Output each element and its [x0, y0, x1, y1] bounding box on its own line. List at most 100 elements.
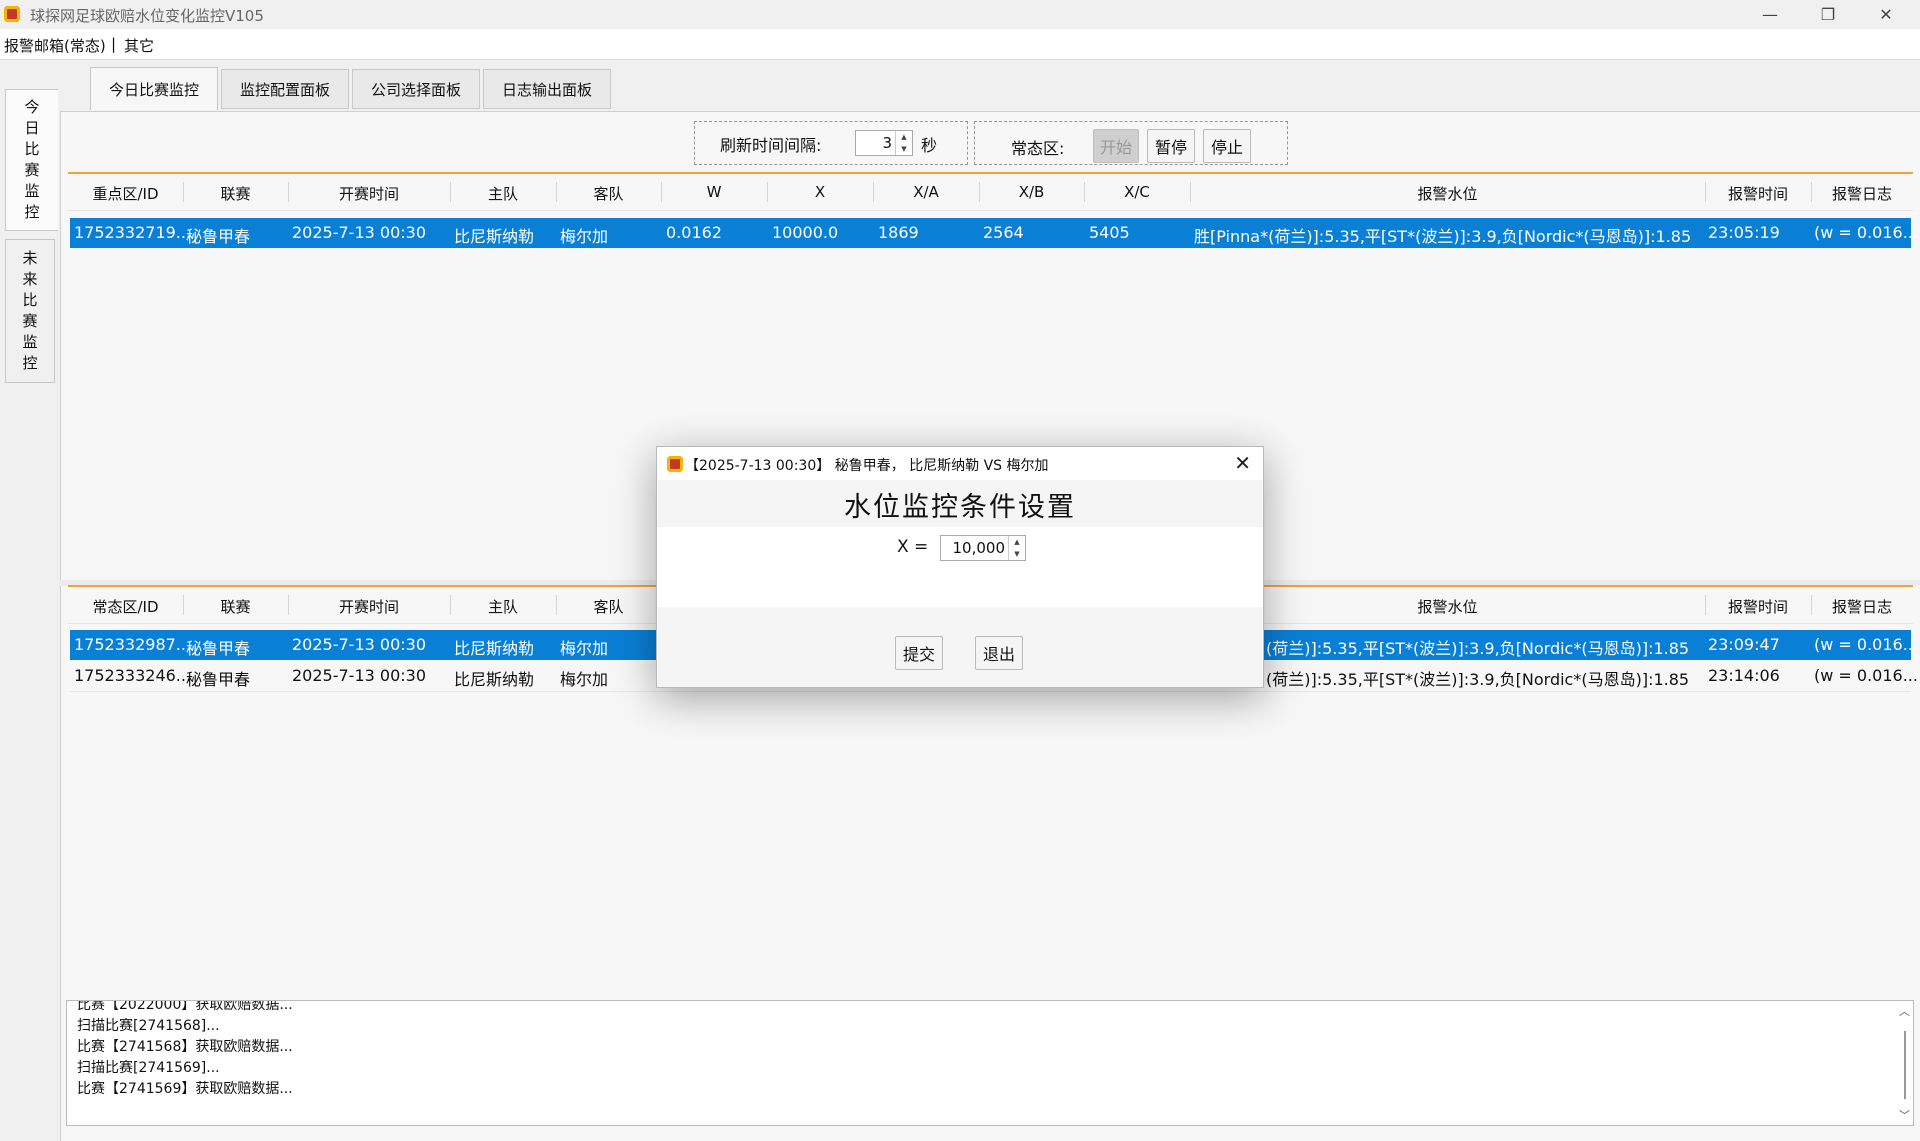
- interval-stepper[interactable]: 3 ▲ ▼: [855, 130, 913, 156]
- col-away[interactable]: 客队: [556, 596, 661, 617]
- cell-x: 10000.0: [772, 223, 839, 242]
- menu-alarm-email[interactable]: 报警邮箱(常态): [4, 35, 106, 56]
- restore-button[interactable]: ❐: [1800, 0, 1856, 29]
- cell-time: 2025-7-13 00:30: [292, 223, 426, 242]
- col-x[interactable]: X: [767, 183, 873, 201]
- stop-button[interactable]: 停止: [1203, 129, 1251, 163]
- condition-dialog: 【2025-7-13 00:30】 秘鲁甲春， 比尼斯纳勒 VS 梅尔加 ✕ 水…: [656, 446, 1264, 688]
- log-line: 比赛【2741569】获取欧赔数据...: [77, 1081, 293, 1097]
- col-alarm-odds[interactable]: 报警水位: [1190, 596, 1705, 617]
- tab-log-output[interactable]: 日志输出面板: [483, 69, 611, 109]
- cell-id: 1752332719...: [74, 223, 192, 242]
- col-home[interactable]: 主队: [450, 183, 556, 204]
- mode-label: 常态区:: [1011, 139, 1065, 158]
- cell-alarm-time: 23:09:47: [1708, 635, 1780, 654]
- exit-button[interactable]: 退出: [975, 636, 1023, 670]
- side-tab-future[interactable]: 未 来 比 赛 监 控: [5, 239, 55, 383]
- tab-today-monitor[interactable]: 今日比赛监控: [90, 67, 218, 110]
- cell-id: 1752332987...: [74, 635, 192, 654]
- start-button[interactable]: 开始: [1093, 129, 1139, 163]
- cell-league: 秘鲁甲春: [186, 639, 251, 658]
- col-league[interactable]: 联赛: [183, 596, 288, 617]
- cell-id: 1752333246...: [74, 666, 192, 685]
- log-line: 比赛【2022000】获取欧赔数据...: [77, 1000, 293, 1013]
- side-tab-char: 日: [24, 119, 40, 137]
- col-xa[interactable]: X/A: [873, 183, 979, 201]
- log-line: 比赛【2741568】获取欧赔数据...: [77, 1039, 293, 1055]
- log-scrollbar[interactable]: ︿ ﹀: [1897, 1001, 1913, 1125]
- col-away[interactable]: 客队: [556, 183, 661, 204]
- col-id[interactable]: 常态区/ID: [68, 596, 183, 617]
- col-alarm-time[interactable]: 报警时间: [1705, 183, 1811, 204]
- log-line: 扫描比赛[2741568]...: [77, 1018, 220, 1034]
- cell-xc: 5405: [1089, 223, 1130, 242]
- cell-xa: 1869: [878, 223, 919, 242]
- interval-unit: 秒: [921, 136, 938, 155]
- cell-home: 比尼斯纳勒: [454, 227, 535, 246]
- cell-alarm-time: 23:14:06: [1708, 666, 1780, 685]
- col-xc[interactable]: X/C: [1084, 183, 1190, 201]
- tab-monitor-config[interactable]: 监控配置面板: [221, 69, 349, 109]
- x-value-stepper[interactable]: 10,000 ▲ ▼: [940, 535, 1026, 561]
- scroll-thumb[interactable]: [1904, 1031, 1906, 1099]
- side-tab-today[interactable]: 今 日 比 赛 监 控: [5, 89, 58, 231]
- log-output[interactable]: 比赛【2022000】获取欧赔数据... 扫描比赛[2741568]... 比赛…: [66, 1000, 1914, 1126]
- menu-other[interactable]: 其它: [124, 35, 154, 56]
- cell-home: 比尼斯纳勒: [454, 670, 535, 689]
- col-start-time[interactable]: 开赛时间: [288, 183, 450, 204]
- app-icon: [4, 6, 20, 22]
- cell-alarm-time: 23:05:19: [1708, 223, 1780, 242]
- log-line: 扫描比赛[2741569]...: [77, 1060, 220, 1076]
- cell-time: 2025-7-13 00:30: [292, 666, 426, 685]
- cell-away: 梅尔加: [560, 227, 609, 246]
- cell-w: 0.0162: [666, 223, 722, 242]
- interval-label: 刷新时间间隔:: [720, 136, 822, 155]
- scroll-down-icon[interactable]: ﹀: [1899, 1107, 1910, 1123]
- focus-table-header: 重点区/ID 联赛 开赛时间 主队 客队 W X X/A X/B X/C 报警水…: [68, 174, 1913, 211]
- pause-button[interactable]: 暂停: [1147, 129, 1195, 163]
- menu-bar: 报警邮箱(常态) | 其它: [0, 29, 1920, 60]
- side-tab-char: 控: [22, 354, 38, 372]
- dialog-heading: 水位监控条件设置: [844, 492, 1076, 523]
- col-start-time[interactable]: 开赛时间: [288, 596, 450, 617]
- mode-group: 常态区: 开始 暂停 停止: [974, 121, 1288, 165]
- side-tab-char: 比: [22, 291, 38, 309]
- side-tab-char: 未: [22, 249, 38, 267]
- submit-button[interactable]: 提交: [895, 636, 943, 670]
- cell-home: 比尼斯纳勒: [454, 639, 535, 658]
- col-league[interactable]: 联赛: [183, 183, 288, 204]
- menu-separator: |: [111, 35, 117, 53]
- table-row[interactable]: 1752332719... 秘鲁甲春 2025-7-13 00:30 比尼斯纳勒…: [70, 218, 1918, 248]
- cell-alarm-odds: (荷兰)]:5.35,平[ST*(波兰)]:3.9,负[Nordic*(马恩岛)…: [1266, 639, 1690, 658]
- minimize-button[interactable]: —: [1742, 0, 1798, 29]
- app-icon: [667, 456, 683, 472]
- side-tab-char: 比: [24, 140, 40, 158]
- col-alarm-time[interactable]: 报警时间: [1705, 596, 1811, 617]
- side-tab-char: 监: [24, 182, 40, 200]
- side-tab-char: 控: [24, 203, 40, 221]
- col-xb[interactable]: X/B: [979, 183, 1084, 201]
- dialog-close-icon[interactable]: ✕: [1234, 451, 1251, 475]
- cell-alarm-odds: (荷兰)]:5.35,平[ST*(波兰)]:3.9,负[Nordic*(马恩岛)…: [1266, 670, 1690, 689]
- col-alarm-odds[interactable]: 报警水位: [1190, 183, 1705, 204]
- col-alarm-log[interactable]: 报警日志: [1811, 183, 1913, 204]
- side-tab-char: 来: [22, 270, 38, 288]
- tab-company-select[interactable]: 公司选择面板: [352, 69, 480, 109]
- cell-time: 2025-7-13 00:30: [292, 635, 426, 654]
- scroll-up-icon[interactable]: ︿: [1899, 1003, 1910, 1019]
- stepper-arrows-icon[interactable]: ▲ ▼: [895, 131, 912, 155]
- cell-alarm-log: (w = 0.016...: [1814, 666, 1918, 685]
- cell-alarm-odds: 胜[Pinna*(荷兰)]:5.35,平[ST*(波兰)]:3.9,负[Nord…: [1194, 227, 1692, 246]
- side-tab-char: 监: [22, 333, 38, 351]
- interval-value: 3: [882, 134, 892, 152]
- stepper-arrows-icon[interactable]: ▲ ▼: [1008, 536, 1025, 560]
- col-id[interactable]: 重点区/ID: [68, 183, 183, 204]
- close-button[interactable]: ✕: [1858, 0, 1914, 29]
- side-tab-char: 赛: [24, 161, 40, 179]
- window-title: 球探网足球欧赔水位变化监控V105: [30, 7, 264, 25]
- col-w[interactable]: W: [661, 183, 767, 201]
- col-alarm-log[interactable]: 报警日志: [1811, 596, 1913, 617]
- side-tab-char: 今: [24, 98, 40, 116]
- col-home[interactable]: 主队: [450, 596, 556, 617]
- x-value: 10,000: [952, 539, 1006, 557]
